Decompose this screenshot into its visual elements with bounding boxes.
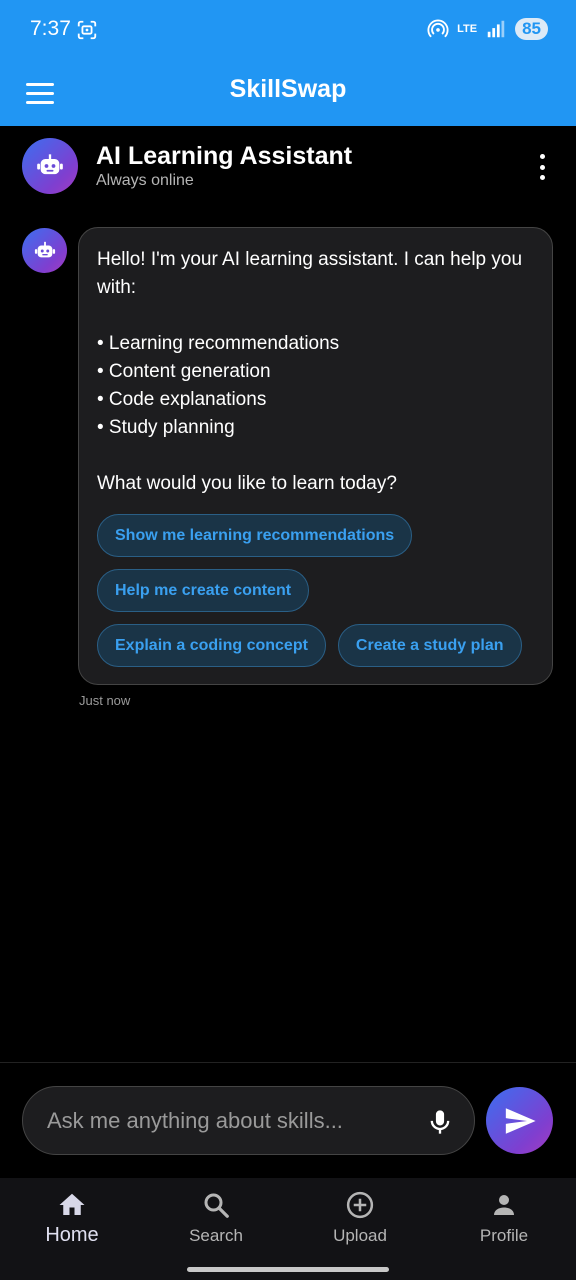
search-icon xyxy=(204,1193,229,1218)
app-bar: SkillSwap xyxy=(0,60,576,126)
suggestion-chip[interactable]: Create a study plan xyxy=(337,624,522,667)
suggestion-chip[interactable]: Explain a coding concept xyxy=(97,624,326,667)
home-icon xyxy=(59,1193,85,1215)
nav-label-profile: Profile xyxy=(479,1226,529,1245)
status-icons: LTE 85 xyxy=(427,18,548,40)
status-time: 7:37 xyxy=(30,17,71,40)
nav-home[interactable]: Home xyxy=(0,1178,144,1258)
nav-label-search: Search xyxy=(189,1226,243,1245)
assistant-message-bubble: Hello! I'm your AI learning assistant. I… xyxy=(78,227,553,685)
home-indicator[interactable] xyxy=(187,1267,389,1272)
person-icon xyxy=(494,1195,514,1215)
network-type: LTE xyxy=(457,22,478,35)
bottom-navigation: Home Search Upload Profile xyxy=(0,1178,576,1280)
robot-icon xyxy=(34,241,55,257)
signal-icon xyxy=(487,20,505,38)
chat-title: AI Learning Assistant xyxy=(96,142,353,170)
add-circle-icon xyxy=(346,1191,374,1219)
mic-icon[interactable] xyxy=(426,1107,454,1137)
send-button[interactable] xyxy=(486,1087,553,1154)
chat-header: AI Learning Assistant Always online xyxy=(0,126,576,206)
screenshot-icon xyxy=(77,20,97,40)
status-bar: 7:37 LTE 85 xyxy=(0,0,576,60)
suggestion-chips: Show me learning recommendations Help me… xyxy=(97,514,537,667)
app-title: SkillSwap xyxy=(229,75,347,103)
divider xyxy=(0,1062,576,1063)
nav-upload[interactable]: Upload xyxy=(288,1178,432,1258)
nav-search[interactable]: Search xyxy=(144,1178,288,1258)
assistant-avatar xyxy=(22,138,78,194)
nav-label-home: Home xyxy=(45,1224,99,1246)
battery-level: 85 xyxy=(515,18,548,40)
more-vert-icon xyxy=(539,154,545,159)
suggestion-chip[interactable]: Show me learning recommendations xyxy=(97,514,413,557)
hotspot-icon xyxy=(427,19,449,38)
nav-profile[interactable]: Profile xyxy=(432,1178,576,1258)
message-text: Hello! I'm your AI learning assistant. I… xyxy=(97,249,523,494)
message-avatar xyxy=(22,228,67,273)
nav-label-upload: Upload xyxy=(333,1226,387,1245)
suggestion-chip[interactable]: Help me create content xyxy=(97,569,310,612)
send-icon xyxy=(505,1107,536,1134)
chat-status: Always online xyxy=(96,172,194,189)
message-input[interactable] xyxy=(47,1087,417,1154)
robot-icon xyxy=(37,154,63,175)
message-composer xyxy=(22,1086,475,1155)
message-timestamp: Just now xyxy=(79,693,131,708)
more-options-button[interactable] xyxy=(530,152,554,182)
